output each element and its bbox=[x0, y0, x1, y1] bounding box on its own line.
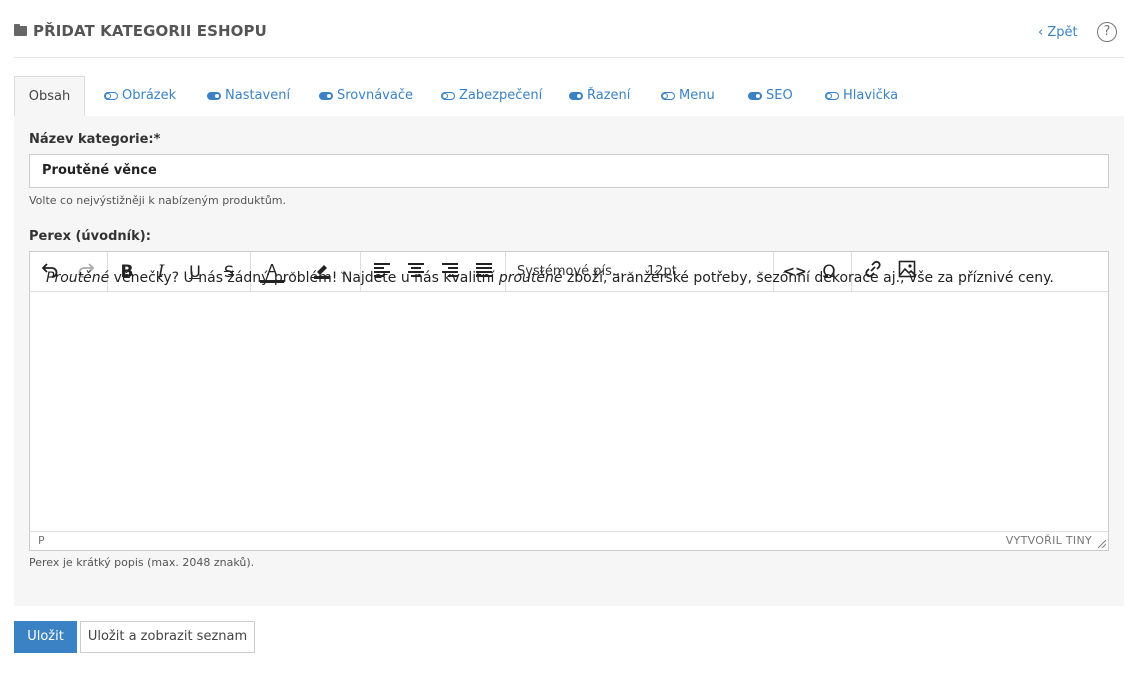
content-text: věnečky? U nás žádný problém! Najdete u … bbox=[109, 270, 499, 286]
folder-icon bbox=[14, 24, 27, 36]
tab-label: Obsah bbox=[28, 88, 71, 104]
perex-label: Perex (úvodník): bbox=[29, 229, 151, 244]
name-hint: Volte co nejvýstižněji k nabízeným produ… bbox=[29, 194, 287, 207]
rich-text-editor: B I U S A ⌄ ⌄ Systémové pís... ⌄ 12pt ⌄ … bbox=[29, 251, 1109, 551]
toggle-on-icon bbox=[569, 91, 583, 100]
perex-hint: Perex je krátký popis (max. 2048 znaků). bbox=[29, 556, 255, 569]
italic-text: Proutěné bbox=[46, 270, 110, 286]
page-header: PŘIDAT KATEGORII ESHOPU ‹ Zpět ? bbox=[14, 22, 1124, 58]
tab-label: Nastavení bbox=[225, 88, 291, 103]
back-link[interactable]: ‹ Zpět bbox=[1038, 25, 1078, 40]
tab-seo[interactable]: SEO bbox=[748, 76, 793, 115]
toggle-on-icon bbox=[319, 91, 333, 100]
toggle-on-icon bbox=[748, 91, 762, 100]
page-title-text: PŘIDAT KATEGORII ESHOPU bbox=[33, 22, 267, 40]
tab-label: SEO bbox=[766, 88, 793, 103]
toggle-on-icon bbox=[207, 91, 221, 100]
category-name-input[interactable]: Proutěné věnce bbox=[29, 154, 1109, 188]
italic-text: proutěné bbox=[498, 270, 563, 286]
tab-label: Obrázek bbox=[122, 88, 177, 103]
tab-bar: Obsah Obrázek Nastavení Srovnávače Zabez… bbox=[14, 76, 1124, 117]
toggle-off-icon bbox=[441, 91, 455, 100]
name-label: Název kategorie:* bbox=[29, 132, 161, 147]
tab-menu[interactable]: Menu bbox=[661, 76, 715, 115]
content-text: zboží, aranžérské potřeby, sezónní dekor… bbox=[562, 270, 1054, 286]
element-path[interactable]: P bbox=[38, 534, 45, 547]
resize-handle-icon[interactable] bbox=[1098, 540, 1106, 548]
tiny-brand-link[interactable]: VYTVOŘIL TINY bbox=[1006, 534, 1092, 547]
tab-hlavicka[interactable]: Hlavička bbox=[825, 76, 898, 115]
tab-zabezpeceni[interactable]: Zabezpečení bbox=[441, 76, 542, 115]
tab-label: Hlavička bbox=[843, 88, 899, 103]
editor-statusbar: P VYTVOŘIL TINY bbox=[30, 531, 1108, 550]
toggle-off-icon bbox=[825, 91, 839, 100]
tab-label: Menu bbox=[679, 88, 715, 103]
tab-razeni[interactable]: Řazení bbox=[569, 76, 630, 115]
tab-label: Srovnávače bbox=[337, 88, 413, 103]
tab-srovnavace[interactable]: Srovnávače bbox=[319, 76, 413, 115]
save-and-list-button[interactable]: Uložit a zobrazit seznam bbox=[80, 621, 255, 653]
editor-content[interactable]: Proutěné věnečky? U nás žádný problém! N… bbox=[46, 270, 1054, 286]
tab-label: Zabezpečení bbox=[459, 88, 543, 103]
save-button[interactable]: Uložit bbox=[14, 621, 77, 653]
help-icon[interactable]: ? bbox=[1097, 22, 1117, 42]
toggle-off-icon bbox=[661, 91, 675, 100]
content-panel: Název kategorie:* Proutěné věnce Volte c… bbox=[14, 116, 1124, 606]
tab-obrazek[interactable]: Obrázek bbox=[104, 76, 176, 115]
page-title: PŘIDAT KATEGORII ESHOPU bbox=[14, 22, 267, 40]
tab-obsah[interactable]: Obsah bbox=[14, 76, 85, 116]
toggle-off-icon bbox=[104, 91, 118, 100]
tab-label: Řazení bbox=[587, 88, 631, 103]
tab-nastaveni[interactable]: Nastavení bbox=[207, 76, 290, 115]
